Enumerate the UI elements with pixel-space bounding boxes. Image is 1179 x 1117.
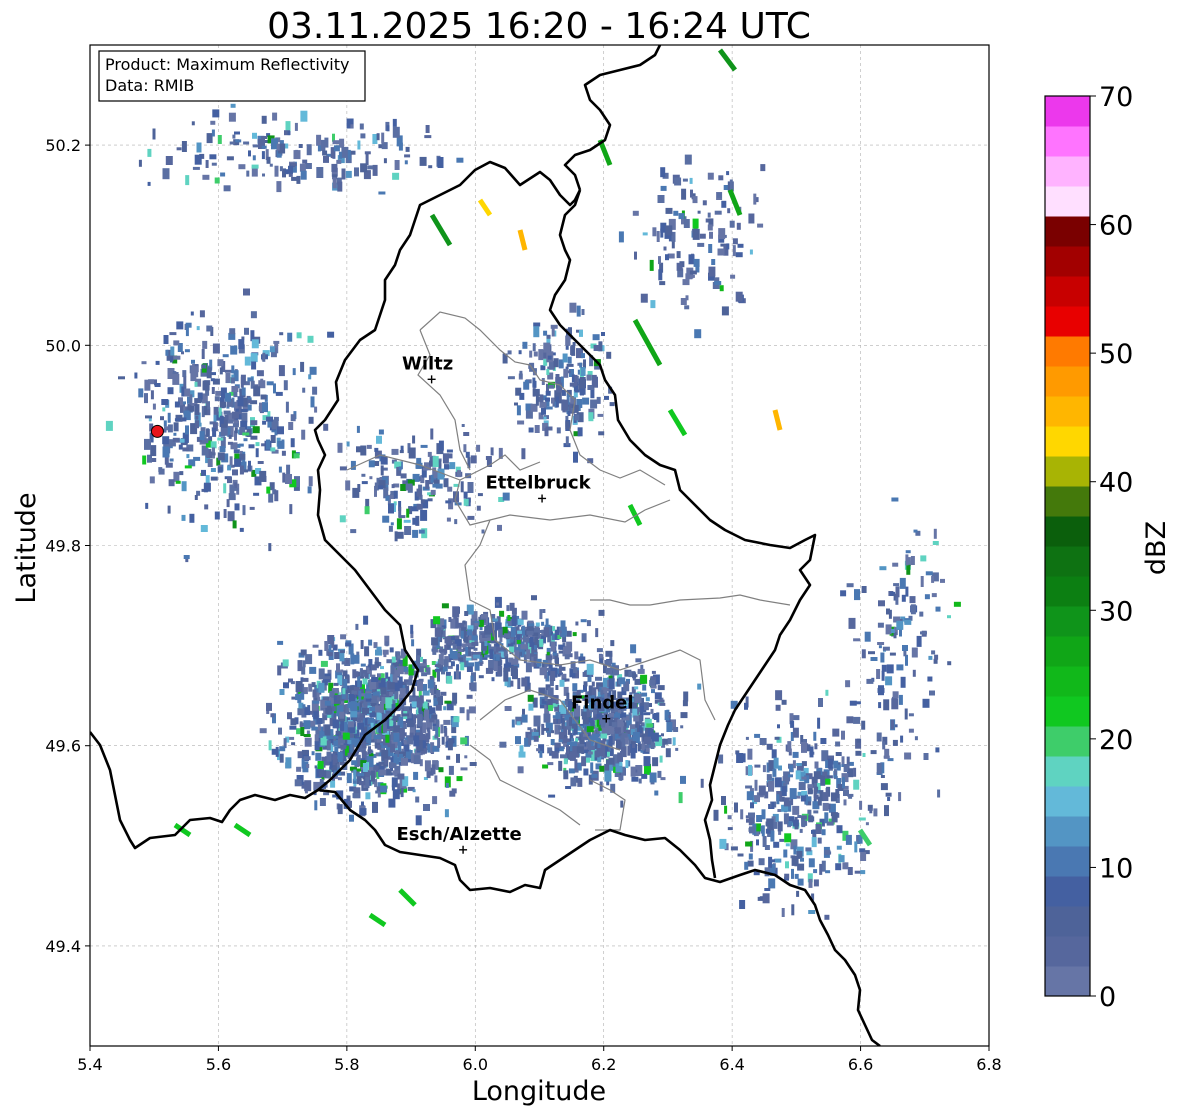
colorbar-tick-label: 10 xyxy=(1099,853,1133,884)
x-tick-label: 5.4 xyxy=(77,1055,102,1074)
y-tick-label: 49.4 xyxy=(45,937,81,956)
colorbar-ticks: 0 10 20 30 40 50 60 70 xyxy=(1090,82,1133,1013)
colorbar-tick-label: 40 xyxy=(1099,468,1133,499)
colorbar-segment xyxy=(1045,816,1090,847)
x-tick-label: 5.8 xyxy=(334,1055,359,1074)
colorbar-segment xyxy=(1045,906,1090,937)
colorbar: 0 10 20 30 40 50 60 70 dBZ xyxy=(1044,82,1172,1013)
colorbar-segment xyxy=(1045,96,1090,127)
colorbar-segment xyxy=(1045,786,1090,817)
colorbar-segment xyxy=(1045,966,1090,997)
colorbar-segment xyxy=(1045,516,1090,547)
y-tick-label: 49.6 xyxy=(45,737,81,756)
colorbar-segment xyxy=(1045,576,1090,607)
x-tick-label: 6.0 xyxy=(463,1055,488,1074)
info-product: Product: Maximum Reflectivity xyxy=(105,55,349,74)
colorbar-tick-label: 20 xyxy=(1099,725,1133,756)
y-tick-label: 50.2 xyxy=(45,136,81,155)
colorbar-segment xyxy=(1045,426,1090,457)
city-label: Findel xyxy=(571,693,634,714)
city-label: Wiltz xyxy=(402,353,453,374)
map-plot-area[interactable]: Wiltz Ettelbruck Findel Esch/Alzette xyxy=(89,44,990,1047)
colorbar-tick-label: 70 xyxy=(1099,82,1133,113)
city-label: Ettelbruck xyxy=(486,472,592,493)
colorbar-segment xyxy=(1045,606,1090,637)
colorbar-segment xyxy=(1045,486,1090,517)
x-tick-label: 5.6 xyxy=(206,1055,231,1074)
colorbar-segments xyxy=(1045,96,1090,997)
colorbar-segment xyxy=(1045,726,1090,757)
colorbar-segment xyxy=(1045,456,1090,487)
colorbar-tick-label: 60 xyxy=(1099,211,1133,242)
colorbar-tick-label: 30 xyxy=(1099,596,1133,627)
colorbar-segment xyxy=(1045,666,1090,697)
x-axis: 5.4 5.6 5.8 6.0 6.2 6.4 6.6 6.8 xyxy=(77,1046,1002,1074)
colorbar-segment xyxy=(1045,126,1090,157)
y-axis: 49.4 49.6 49.8 50.0 50.2 xyxy=(45,136,90,956)
y-tick-label: 50.0 xyxy=(45,336,81,355)
colorbar-tick-label: 0 xyxy=(1099,982,1116,1013)
x-tick-label: 6.4 xyxy=(719,1055,744,1074)
info-box: Product: Maximum Reflectivity Data: RMIB xyxy=(98,50,366,102)
colorbar-segment xyxy=(1045,276,1090,307)
colorbar-segment xyxy=(1045,936,1090,967)
colorbar-segment xyxy=(1045,546,1090,577)
city-label: Esch/Alzette xyxy=(396,824,521,845)
x-tick-label: 6.6 xyxy=(848,1055,873,1074)
colorbar-segment xyxy=(1045,846,1090,877)
radar-site-icon xyxy=(150,424,164,438)
colorbar-segment xyxy=(1045,696,1090,727)
colorbar-tick-label: 50 xyxy=(1099,339,1133,370)
x-axis-label: Longitude xyxy=(472,1076,606,1107)
colorbar-segment xyxy=(1045,306,1090,337)
colorbar-segment xyxy=(1045,366,1090,397)
y-tick-label: 49.8 xyxy=(45,537,81,556)
colorbar-label: dBZ xyxy=(1141,521,1172,575)
y-axis-label: Latitude xyxy=(11,492,42,603)
colorbar-segment xyxy=(1045,756,1090,787)
map-title: 03.11.2025 16:20 - 16:24 UTC xyxy=(267,6,811,47)
colorbar-segment xyxy=(1045,156,1090,187)
info-data: Data: RMIB xyxy=(105,76,194,95)
colorbar-segment xyxy=(1045,336,1090,367)
colorbar-segment xyxy=(1045,396,1090,427)
x-tick-label: 6.8 xyxy=(976,1055,1001,1074)
colorbar-segment xyxy=(1045,186,1090,217)
colorbar-segment xyxy=(1045,876,1090,907)
colorbar-segment xyxy=(1045,246,1090,277)
x-tick-label: 6.2 xyxy=(591,1055,616,1074)
colorbar-segment xyxy=(1045,216,1090,247)
colorbar-segment xyxy=(1045,636,1090,667)
